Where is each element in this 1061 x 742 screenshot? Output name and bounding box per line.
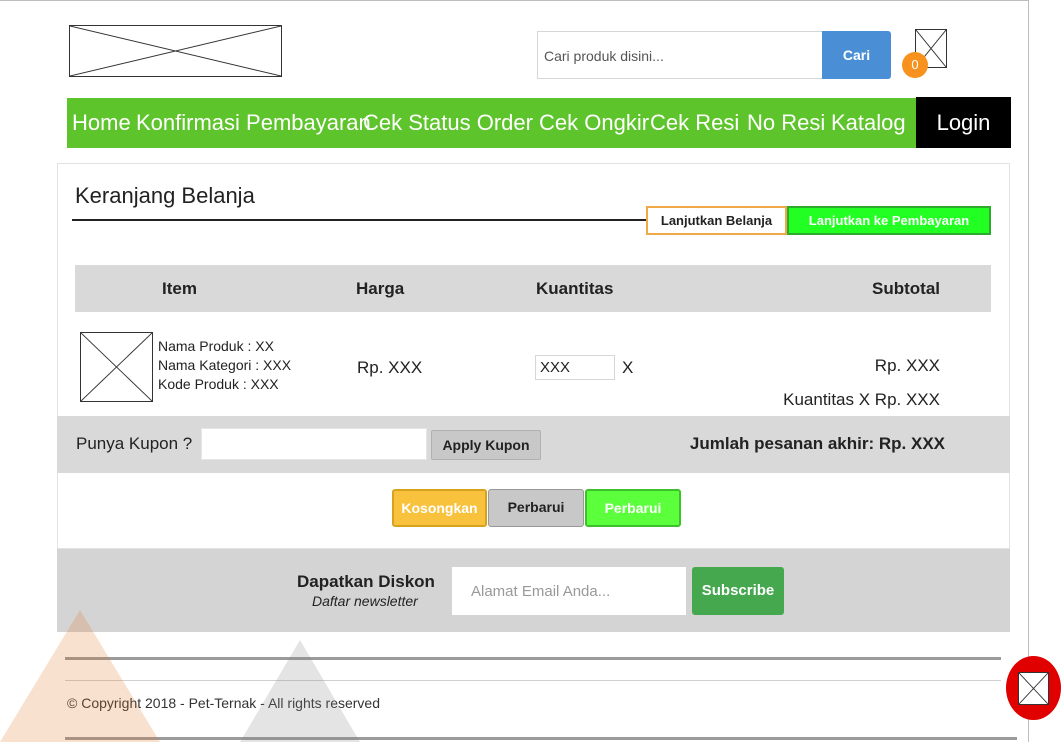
column-header-harga: Harga (356, 279, 405, 298)
product-name: Nama Produk : XX (158, 338, 274, 354)
apply-coupon-button[interactable]: Apply Kupon (431, 430, 541, 460)
login-button[interactable]: Login (916, 97, 1011, 148)
empty-cart-button[interactable]: Kosongkan (392, 489, 487, 527)
nav-item-katalog[interactable]: Katalog (831, 98, 906, 148)
logo-placeholder[interactable] (69, 25, 282, 77)
checkout-button[interactable]: Lanjutkan ke Pembayaran (787, 206, 991, 235)
continue-shopping-button[interactable]: Lanjutkan Belanja (646, 206, 787, 235)
footer-divider-bottom (65, 737, 1017, 740)
order-total: Jumlah pesanan akhir: Rp. XXX (689, 434, 945, 453)
main-nav: Home Konfirmasi Pembayaran Cek Status Or… (67, 98, 917, 148)
newsletter-title: Dapatkan Diskon (297, 572, 435, 591)
nav-item-cek-ongkir[interactable]: Cek Ongkir (539, 98, 649, 148)
subscribe-button[interactable]: Subscribe (692, 567, 784, 615)
newsletter-subtitle: Daftar newsletter (312, 593, 418, 609)
nav-item-cek-resi[interactable]: Cek Resi (650, 98, 739, 148)
search-input[interactable]: Cari produk disini... (537, 31, 823, 79)
nav-item-home[interactable]: Home (72, 98, 131, 148)
nav-item-cek-status-order[interactable]: Cek Status Order (363, 98, 533, 148)
coupon-input[interactable] (201, 428, 427, 460)
product-price: Rp. XXX (357, 358, 423, 377)
title-divider (72, 219, 648, 221)
newsletter-email-input[interactable]: Alamat Email Anda... (452, 567, 686, 615)
scroll-to-top-icon (1018, 672, 1049, 705)
column-header-kuantitas: Kuantitas (536, 279, 614, 298)
scroll-to-top-button[interactable] (1006, 656, 1061, 720)
cart-count-badge: 0 (902, 52, 928, 78)
column-header-item: Item (162, 279, 197, 298)
nav-item-konfirmasi-pembayaran[interactable]: Konfirmasi Pembayaran (136, 98, 371, 148)
subtotal-formula: Kuantitas X Rp. XXX (783, 390, 940, 409)
footer-divider-thin (65, 680, 1001, 681)
page-title: Keranjang Belanja (75, 183, 255, 208)
footer-divider-top (65, 657, 1001, 660)
product-category: Nama Kategori : XXX (158, 357, 292, 373)
product-image[interactable] (80, 332, 153, 402)
copyright-text: © Copyright 2018 - Pet-Ternak - All righ… (67, 695, 381, 711)
product-info: Nama Produk : XX Nama Kategori : XXX Kod… (158, 337, 291, 394)
quantity-input[interactable]: XXX (535, 355, 615, 380)
nav-item-no-resi[interactable]: No Resi (747, 98, 825, 148)
cart-table-header: Item Harga Kuantitas Subtotal (75, 265, 991, 312)
column-header-subtotal: Subtotal (872, 279, 940, 298)
product-code: Kode Produk : XXX (158, 376, 279, 392)
update-cart-button-green[interactable]: Perbarui (585, 489, 681, 527)
update-cart-button-gray[interactable]: Perbarui (488, 489, 584, 527)
remove-item-x[interactable]: X (622, 358, 633, 378)
product-subtotal: Rp. XXX (874, 356, 940, 375)
coupon-label: Punya Kupon ? (76, 434, 193, 453)
search-button[interactable]: Cari (822, 31, 891, 79)
